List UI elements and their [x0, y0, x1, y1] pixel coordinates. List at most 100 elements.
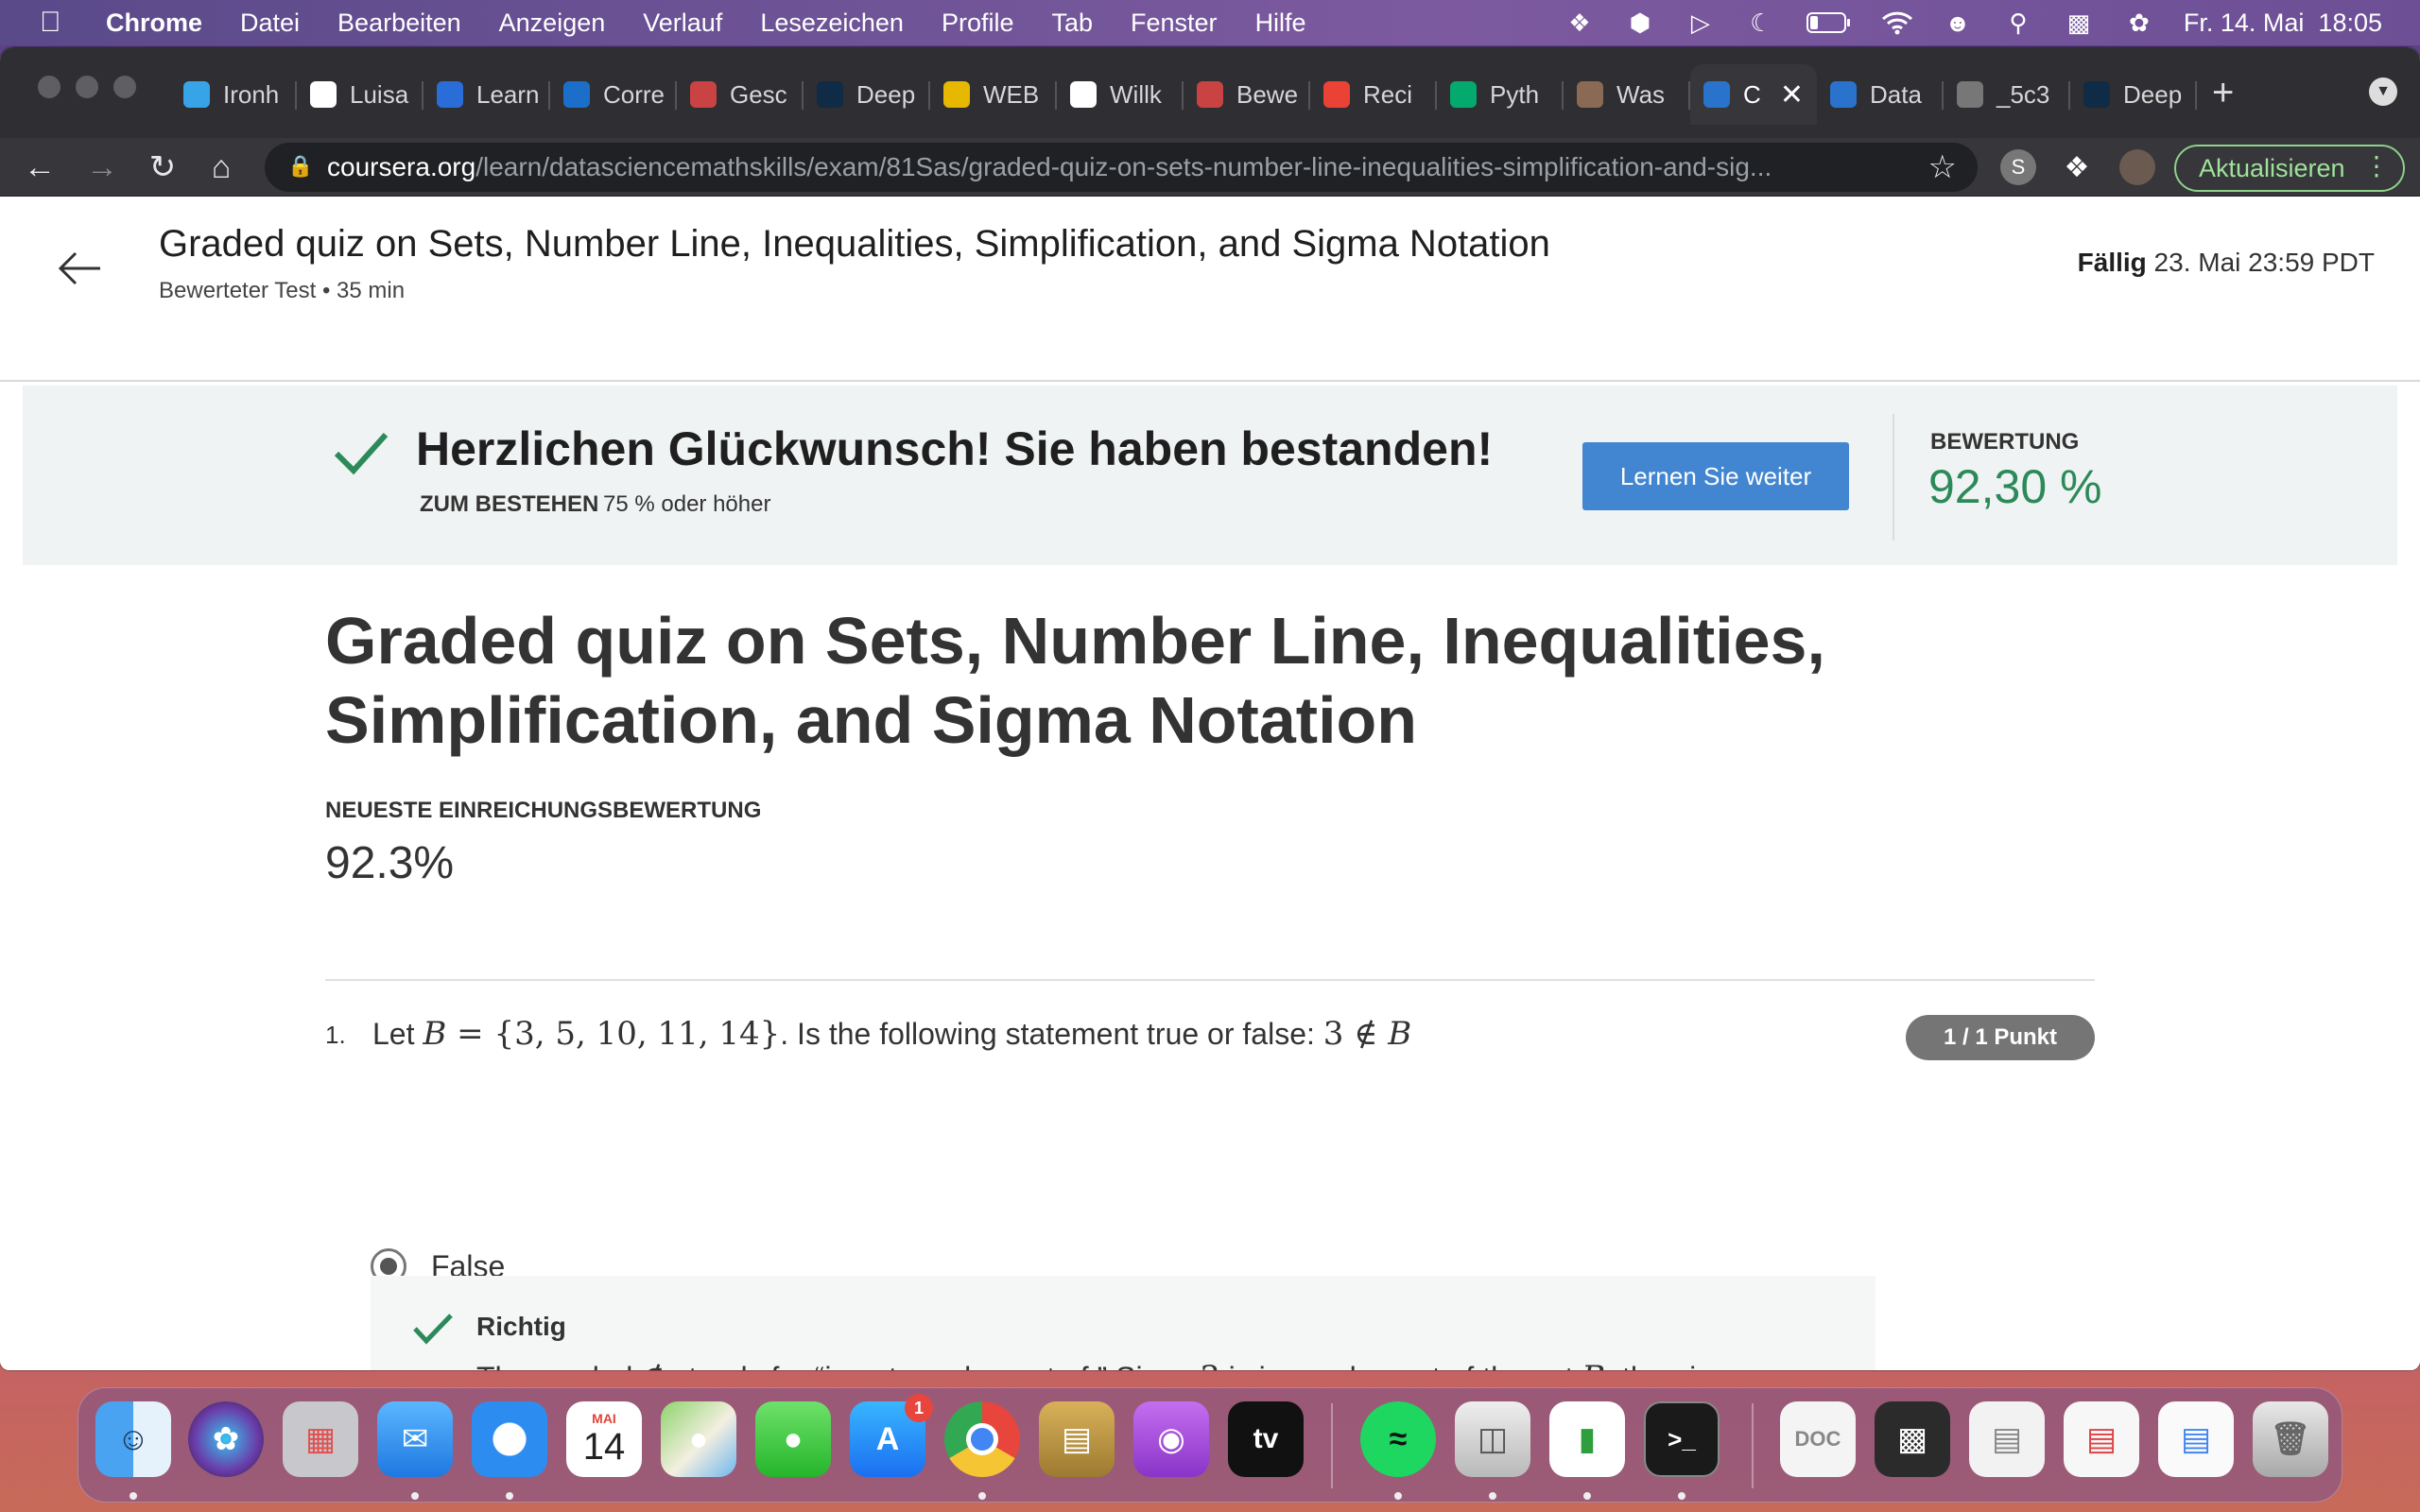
user-account-icon[interactable]: ☻	[1942, 9, 1974, 37]
browser-tab[interactable]: Corre	[550, 64, 677, 125]
trash-icon[interactable]: 🗑	[2253, 1401, 2328, 1477]
browser-tab[interactable]: _5c3	[1944, 64, 2070, 125]
browser-tab[interactable]: Gesc	[677, 64, 804, 125]
browser-tab[interactable]: Deep	[804, 64, 930, 125]
skype-extension-icon[interactable]: S	[2000, 149, 2036, 185]
chrome-icon[interactable]	[944, 1401, 1020, 1477]
maps-icon[interactable]: ●	[661, 1401, 736, 1477]
tab-label: Deep	[856, 79, 916, 109]
podcasts-icon[interactable]: ◉	[1133, 1401, 1209, 1477]
apple-menu-icon[interactable]: 	[40, 7, 78, 39]
tunnel-icon[interactable]: ⬢	[1624, 9, 1656, 37]
divider	[1893, 414, 1894, 541]
extensions-puzzle-icon[interactable]: ❖	[2059, 149, 2095, 185]
browser-tab[interactable]: Willk	[1057, 64, 1184, 125]
browser-tab[interactable]: Luisa	[297, 64, 424, 125]
safari-icon[interactable]: ➚	[472, 1401, 547, 1477]
forward-arrow-icon[interactable]: →	[81, 146, 123, 188]
spotify-icon[interactable]: ≈	[1360, 1401, 1436, 1477]
menu-item-lesezeichen[interactable]: Lesezeichen	[760, 9, 904, 38]
tab-search-chevron-icon[interactable]: ▼	[2369, 77, 2397, 106]
menu-item-bearbeiten[interactable]: Bearbeiten	[337, 9, 461, 38]
feedback-title: Richtig	[476, 1312, 566, 1341]
macos-dock: ☺ ✿ ▦ ✉ ➚ MAI 14 ● ● A1 ▤ ◉ tv ≈ ◫ ▮ >_ …	[78, 1387, 2342, 1503]
app-store-icon[interactable]: A1	[850, 1394, 933, 1477]
menu-item-profile[interactable]: Profile	[942, 9, 1014, 38]
numbers-icon[interactable]: ▮	[1549, 1401, 1625, 1477]
browser-tab[interactable]: Bewe	[1184, 64, 1310, 125]
siri-icon[interactable]: ✿	[188, 1401, 264, 1477]
window-zoom-button[interactable]	[113, 76, 136, 98]
spotlight-search-icon[interactable]: ⚲	[2002, 9, 2034, 37]
continue-learning-button[interactable]: Lernen Sie weiter	[1582, 442, 1849, 510]
menu-kebab-icon[interactable]: ⋮	[2363, 150, 2390, 181]
window-thumbnail-icon[interactable]: ▤	[2158, 1401, 2234, 1477]
window-thumbnail-icon[interactable]: ▤	[2064, 1401, 2139, 1477]
running-indicator	[130, 1492, 137, 1500]
browser-tab[interactable]: Deep	[2070, 64, 2197, 125]
browser-tab[interactable]: Ironh	[170, 64, 297, 125]
calendar-icon[interactable]: MAI 14	[566, 1401, 642, 1477]
terminal-icon[interactable]: >_	[1644, 1401, 1720, 1477]
tab-label: Was	[1616, 79, 1666, 109]
menu-item-datei[interactable]: Datei	[240, 9, 300, 38]
menubar-clock[interactable]: Fr. 14. Mai 18:05	[2184, 9, 2382, 38]
menu-item-hilfe[interactable]: Hilfe	[1255, 9, 1306, 38]
wifi-icon[interactable]	[1881, 9, 1913, 37]
menu-item-anzeigen[interactable]: Anzeigen	[499, 9, 606, 38]
back-arrow-icon[interactable]	[53, 242, 106, 295]
lock-icon[interactable]: 🔒	[287, 154, 313, 179]
menu-item-chrome[interactable]: Chrome	[106, 9, 202, 38]
profile-avatar[interactable]	[2119, 149, 2155, 185]
reload-icon[interactable]: ↻	[142, 146, 183, 188]
dropbox-icon[interactable]: ❖	[1564, 9, 1596, 37]
document-icon[interactable]: DOC	[1780, 1401, 1856, 1477]
fg-icon	[690, 81, 717, 108]
sequel-database-icon[interactable]: ◫	[1455, 1401, 1530, 1477]
coursera-icon	[1703, 81, 1730, 108]
feedback-text-part: stands for “is not an element of.” Since	[665, 1361, 1200, 1370]
window-close-button[interactable]	[38, 76, 60, 98]
browser-tab[interactable]: Was	[1564, 64, 1690, 125]
bookmark-star-icon[interactable]: ☆	[1928, 148, 1957, 186]
battery-icon[interactable]	[1806, 9, 1853, 37]
url-path: /learn/datasciencemathskills/exam/81Sas/…	[475, 152, 1772, 181]
github-icon	[310, 81, 337, 108]
update-button[interactable]: Aktualisieren ⋮	[2174, 145, 2405, 192]
browser-tab[interactable]: Reci	[1310, 64, 1437, 125]
window-thumbnail-icon[interactable]: ▩	[1875, 1401, 1950, 1477]
apple-tv-icon[interactable]: tv	[1228, 1401, 1304, 1477]
new-tab-button[interactable]: +	[2212, 72, 2234, 114]
launchpad-icon[interactable]: ▦	[283, 1401, 358, 1477]
moon-icon[interactable]: ☾	[1745, 9, 1777, 37]
finder-icon[interactable]: ☺	[95, 1401, 171, 1477]
menu-item-verlauf[interactable]: Verlauf	[643, 9, 722, 38]
mail-icon[interactable]: ✉	[377, 1401, 453, 1477]
siri-icon[interactable]: ✿	[2123, 9, 2155, 37]
window-thumbnail-icon[interactable]: ▤	[1969, 1401, 2045, 1477]
window-minimize-button[interactable]	[76, 76, 98, 98]
browser-tab[interactable]: WEB	[930, 64, 1057, 125]
browser-tab[interactable]: C ✕	[1690, 64, 1817, 125]
close-tab-icon[interactable]: ✕	[1780, 78, 1804, 112]
archive-utility-icon[interactable]: ▤	[1039, 1401, 1115, 1477]
tab-label: Reci	[1363, 79, 1413, 109]
back-arrow-icon[interactable]: ←	[19, 146, 60, 188]
running-indicator	[978, 1492, 986, 1500]
menu-item-tab[interactable]: Tab	[1051, 9, 1093, 38]
tab-label: Learn	[476, 79, 540, 109]
browser-tab[interactable]: Data	[1817, 64, 1944, 125]
menu-item-fenster[interactable]: Fenster	[1131, 9, 1218, 38]
play-icon[interactable]: ▷	[1685, 9, 1717, 37]
address-bar[interactable]: 🔒 coursera.org/learn/datasciencemathskil…	[265, 143, 1978, 192]
calendar-day: 14	[582, 1426, 626, 1468]
control-center-icon[interactable]: ▩	[2063, 9, 2095, 37]
browser-tab[interactable]: Pyth	[1437, 64, 1564, 125]
browser-tab[interactable]: Learn	[424, 64, 550, 125]
grade-value: 92,30 %	[1928, 460, 2102, 513]
running-indicator	[411, 1492, 419, 1500]
gmail-icon	[1323, 81, 1350, 108]
home-icon[interactable]: ⌂	[200, 146, 242, 188]
coursera-page: Graded quiz on Sets, Number Line, Inequa…	[0, 197, 2420, 1370]
messages-icon[interactable]: ●	[755, 1401, 831, 1477]
